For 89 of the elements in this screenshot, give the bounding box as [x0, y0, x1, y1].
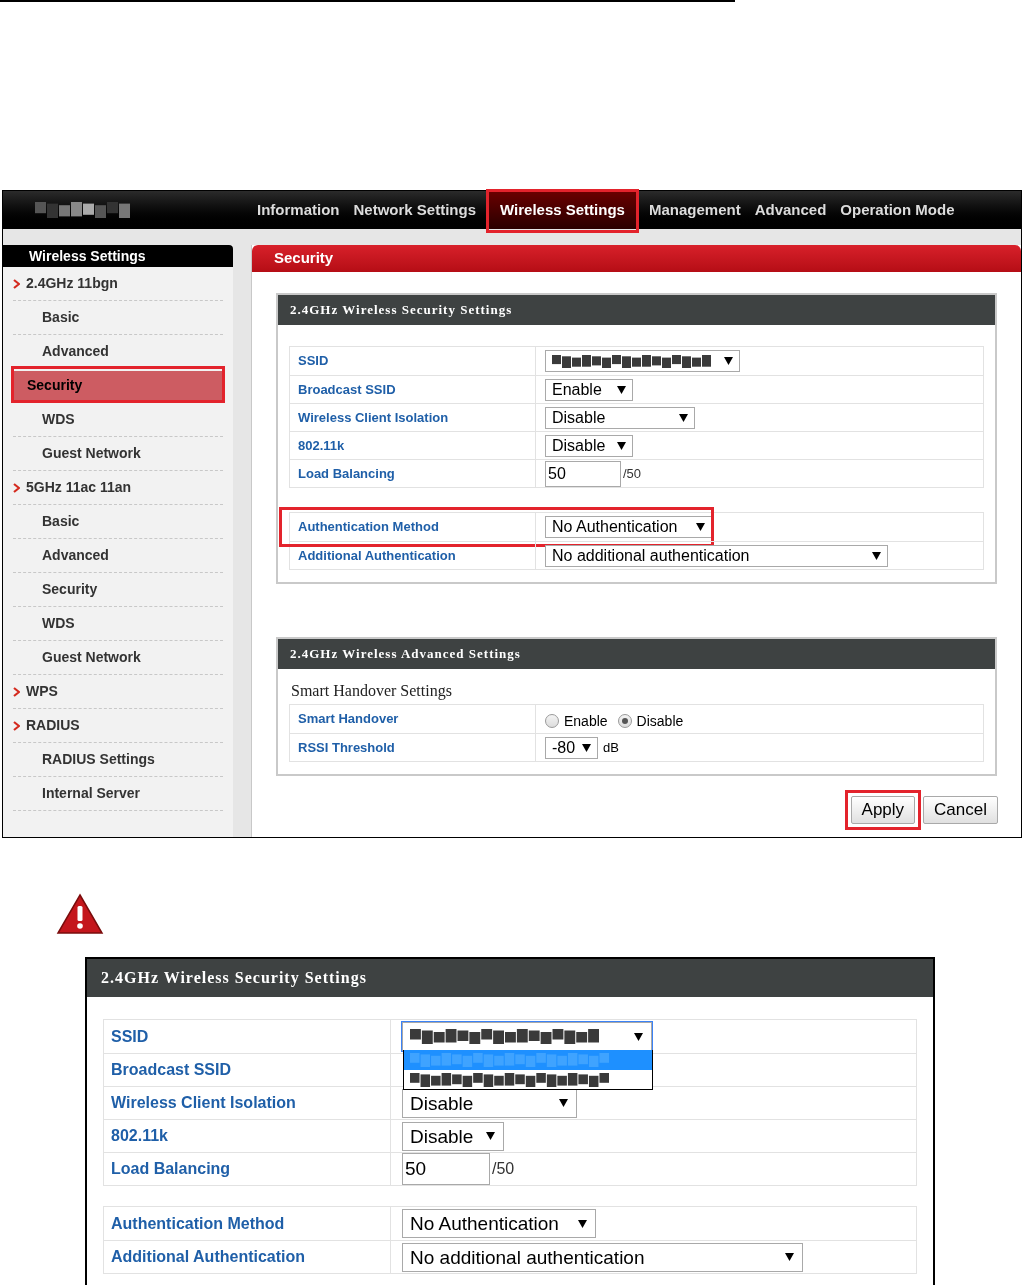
sidebar-item[interactable]: Advanced — [13, 336, 223, 367]
action-button[interactable]: Apply — [850, 796, 916, 824]
dropdown[interactable]: Disable — [402, 1088, 577, 1118]
field-label: Broadcast SSID — [104, 1054, 391, 1086]
unit-label: /50 — [492, 1159, 515, 1179]
dropdown-arrow-icon — [578, 1219, 587, 1228]
subsection-title: Smart Handover Settings — [290, 681, 453, 702]
chevron-icon — [13, 686, 20, 697]
action-button[interactable]: Cancel — [923, 796, 998, 824]
dropdown-arrow-icon — [724, 357, 733, 365]
dropdown[interactable]: Disable — [402, 1121, 504, 1151]
section-header: 2.4GHz Wireless Advanced Settings — [278, 639, 995, 669]
sidebar-item[interactable]: Guest Network — [13, 438, 223, 469]
dropdown-arrow-icon — [872, 551, 881, 560]
text-input[interactable]: 50 — [545, 460, 621, 487]
dropdown[interactable] — [402, 1022, 652, 1051]
panel-title: Security — [252, 245, 1021, 272]
dropdown-arrow-icon — [582, 743, 591, 752]
field-label: SSID — [290, 347, 536, 375]
field-label: Wireless Client Isolation — [104, 1087, 391, 1119]
dropdown[interactable]: No additional authentication — [545, 544, 888, 567]
dropdown-arrow-icon — [785, 1253, 794, 1261]
nav-tab[interactable]: Network Settings — [351, 191, 479, 229]
sidebar-group[interactable]: WPS — [13, 675, 223, 709]
sidebar-group-label: RADIUS — [26, 716, 80, 735]
sidebar-group[interactable]: 5GHz 11ac 11an — [13, 471, 223, 505]
nav-tab[interactable]: Information — [255, 191, 342, 229]
sidebar-item[interactable]: Internal Server — [13, 778, 223, 809]
dropdown-arrow-icon — [679, 413, 688, 422]
dropdown[interactable]: -80 — [545, 736, 598, 759]
dropdown-list[interactable] — [403, 1050, 653, 1090]
field-label: Load Balancing — [290, 460, 536, 487]
radio-button[interactable] — [545, 714, 559, 728]
dropdown-arrow-icon — [617, 385, 626, 394]
dropdown[interactable]: Disable — [545, 434, 633, 457]
sidebar-item[interactable]: WDS — [13, 608, 223, 639]
radio-option[interactable]: Disable — [617, 710, 684, 732]
dropdown-arrow-icon — [486, 1132, 495, 1140]
sidebar-item[interactable]: Security — [13, 574, 223, 605]
field-label: Additional Authentication — [290, 542, 536, 569]
sidebar-title: Wireless Settings — [3, 245, 233, 267]
dropdown[interactable]: Enable — [545, 378, 633, 401]
field-label: Smart Handover — [290, 705, 536, 733]
dropdown[interactable]: No Authentication — [545, 516, 712, 538]
field-label: Load Balancing — [104, 1153, 391, 1185]
field-label: 802.11k — [290, 432, 536, 459]
sidebar-item[interactable]: Basic — [13, 506, 223, 537]
dropdown[interactable]: No Authentication — [402, 1209, 596, 1238]
radio-button[interactable] — [617, 714, 632, 728]
sidebar-item[interactable]: Security — [13, 370, 223, 401]
dropdown-arrow-icon — [634, 1032, 643, 1041]
nav-tab[interactable]: Wireless Settings — [488, 191, 637, 229]
nav-tab[interactable]: Management — [646, 191, 743, 229]
sidebar-group-label: 2.4GHz 11bgn — [26, 274, 118, 293]
field-label: SSID — [104, 1020, 391, 1053]
text-input[interactable]: 50 — [402, 1153, 490, 1185]
nav-tab[interactable]: Advanced — [752, 191, 829, 229]
chevron-icon — [13, 482, 20, 493]
sidebar-item[interactable]: Guest Network — [13, 642, 223, 673]
unit-label: dB — [603, 738, 619, 757]
section-header: 2.4GHz Wireless Security Settings — [87, 959, 933, 997]
warning-icon — [56, 893, 104, 935]
section-header: 2.4GHz Wireless Security Settings — [278, 295, 995, 325]
nav-tab[interactable]: Operation Mode — [838, 191, 957, 229]
field-label: Authentication Method — [104, 1207, 391, 1240]
sidebar-item[interactable]: Basic — [13, 302, 223, 333]
sidebar-group-label: 5GHz 11ac 11an — [26, 478, 132, 497]
field-label: Wireless Client Isolation — [290, 404, 536, 431]
field-label: Broadcast SSID — [290, 376, 536, 403]
field-label: Additional Authentication — [104, 1241, 391, 1273]
sidebar-item[interactable]: WDS — [13, 404, 223, 435]
dropdown-arrow-icon — [617, 441, 626, 450]
sidebar-group[interactable]: RADIUS — [13, 709, 223, 743]
chevron-icon — [13, 278, 20, 289]
field-label: 802.11k — [104, 1120, 391, 1152]
sidebar-item[interactable]: Advanced — [13, 540, 223, 571]
sidebar-group[interactable]: 2.4GHz 11bgn — [13, 267, 223, 301]
unit-label: /50 — [623, 464, 642, 483]
dropdown-arrow-icon — [559, 1099, 568, 1107]
field-label: RSSI Threshold — [290, 734, 536, 761]
chevron-icon — [13, 720, 20, 731]
sidebar-item[interactable]: RADIUS Settings — [13, 744, 223, 775]
field-label: Authentication Method — [290, 513, 536, 541]
dropdown[interactable]: Disable — [545, 406, 695, 429]
radio-option[interactable]: Enable — [545, 710, 608, 732]
sidebar-group-label: WPS — [26, 682, 58, 701]
dropdown-arrow-icon — [696, 523, 705, 531]
dropdown[interactable]: No additional authentication — [402, 1242, 803, 1272]
dropdown[interactable] — [545, 350, 740, 372]
